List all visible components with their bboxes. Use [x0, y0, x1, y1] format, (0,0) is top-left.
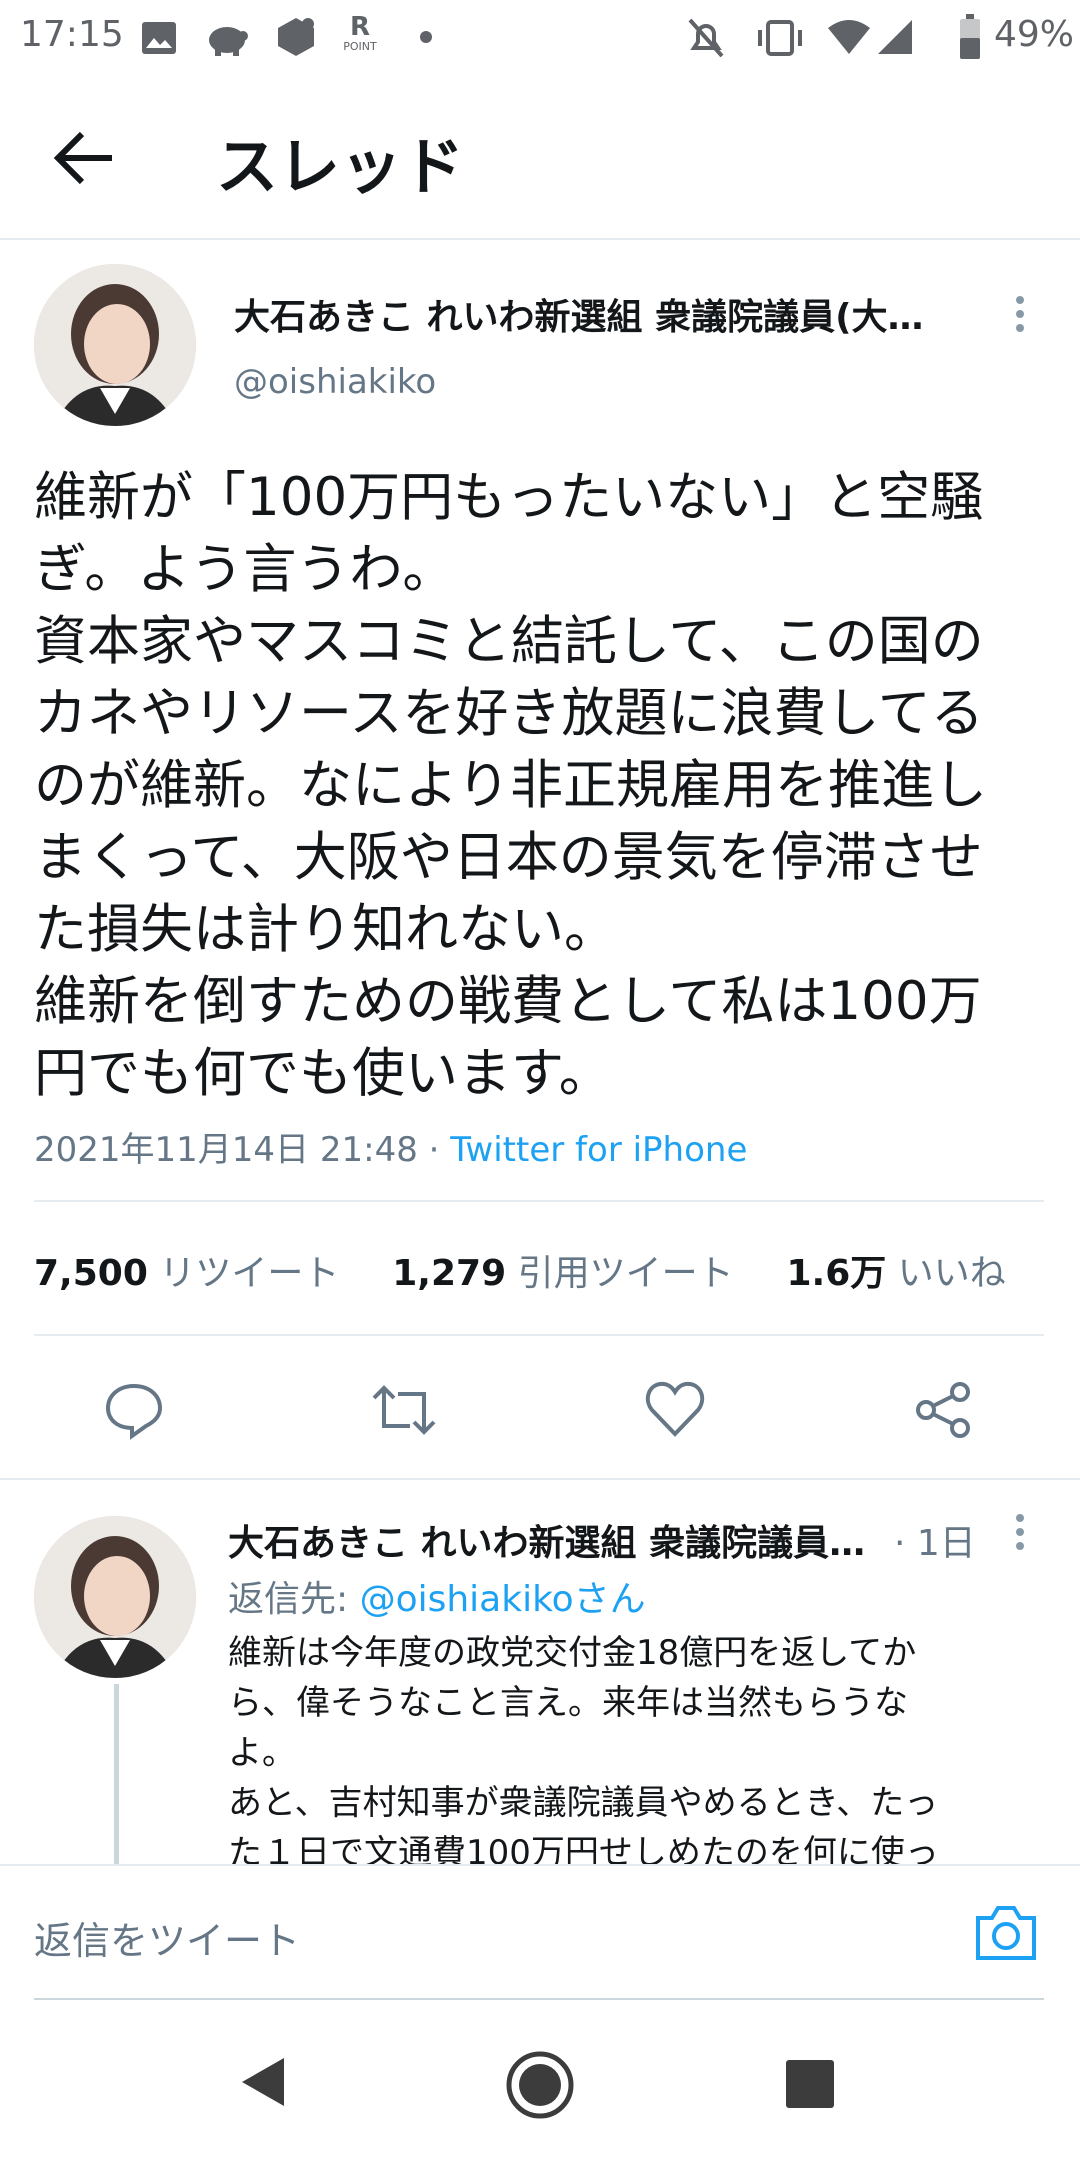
piggy-bank-icon	[205, 18, 251, 62]
battery-icon	[958, 14, 982, 64]
retweets-stat[interactable]: 7,500 リツイート	[34, 1253, 339, 1294]
tweet-source-link[interactable]: Twitter for iPhone	[450, 1130, 747, 1170]
notification-dot-icon	[420, 31, 432, 43]
share-icon[interactable]	[914, 1380, 974, 1444]
tweet-stats: 7,500 リツイート 1,279 引用ツイート 1.6万 いいね	[34, 1244, 1006, 1296]
more-options-icon[interactable]	[1000, 290, 1040, 338]
gallery-icon	[140, 20, 178, 60]
back-arrow-icon[interactable]	[50, 128, 120, 188]
like-heart-icon[interactable]	[644, 1380, 706, 1442]
reply-text: 維新は今年度の政党交付金18億円を返してか ら、偉そうなこと言え。来年は当然もら…	[228, 1633, 939, 1864]
avatar[interactable]	[34, 1516, 196, 1678]
cell-signal-icon	[876, 18, 914, 60]
tweet-date: 2021年11月14日 21:48 ·	[34, 1130, 451, 1170]
divider	[34, 1334, 1044, 1336]
likes-stat[interactable]: 1.6万 いいね	[787, 1253, 1006, 1294]
battery-percent: 49%	[994, 14, 1075, 55]
tweet-meta: 2021年11月14日 21:48 · Twitter for iPhone	[34, 1122, 747, 1171]
nav-back-icon[interactable]	[240, 2056, 286, 2112]
status-bar: 17:15 R POINT 49%	[0, 0, 1080, 76]
retweet-icon[interactable]	[370, 1380, 438, 1444]
app-header: スレッド	[0, 76, 1080, 240]
author-handle[interactable]: @oishiakiko	[234, 362, 436, 402]
reply-compose-input[interactable]: 返信をツイート	[34, 1910, 300, 1965]
thread-line	[114, 1684, 119, 1864]
divider	[34, 1200, 1044, 1202]
app-cube-icon	[274, 14, 318, 62]
system-navigation-bar	[0, 2000, 1080, 2160]
compose-bar: 返信をツイート	[0, 1864, 1080, 2002]
tweet-text: 維新が「100万円もったいない」と空騒 ぎ。よう言うわ。 資本家やマスコミと結託…	[34, 467, 987, 1104]
main-tweet: 大石あきこ れいわ新選組 衆議院議員(大… @oishiakiko 維新が「10…	[0, 240, 1080, 1480]
quotes-stat[interactable]: 1,279 引用ツイート	[392, 1253, 733, 1294]
reply-tweet[interactable]: 大石あきこ れいわ新選組 衆議院議員… · 1日 返信先: @oishiakik…	[0, 1480, 1080, 1864]
reply-time: · 1日	[894, 1523, 976, 1564]
reply-to: 返信先: @oishiakikoさん	[228, 1579, 646, 1620]
reply-icon[interactable]	[104, 1380, 164, 1444]
nav-home-icon[interactable]	[505, 2050, 575, 2124]
rakuten-point-icon: R POINT	[343, 12, 377, 53]
reply-to-handle-link[interactable]: @oishiakikoさん	[360, 1579, 646, 1620]
camera-icon[interactable]	[974, 1902, 1038, 1966]
nav-recents-icon[interactable]	[786, 2060, 834, 2108]
vibrate-icon	[756, 16, 804, 64]
status-time: 17:15	[20, 14, 124, 55]
more-options-icon[interactable]	[1000, 1508, 1040, 1556]
author-name[interactable]: 大石あきこ れいわ新選組 衆議院議員…	[228, 1514, 888, 1566]
author-name[interactable]: 大石あきこ れいわ新選組 衆議院議員(大…	[234, 288, 954, 340]
wifi-icon	[826, 18, 872, 60]
notifications-off-icon	[686, 16, 726, 64]
page-title: スレッド	[216, 130, 465, 203]
avatar[interactable]	[34, 264, 196, 426]
